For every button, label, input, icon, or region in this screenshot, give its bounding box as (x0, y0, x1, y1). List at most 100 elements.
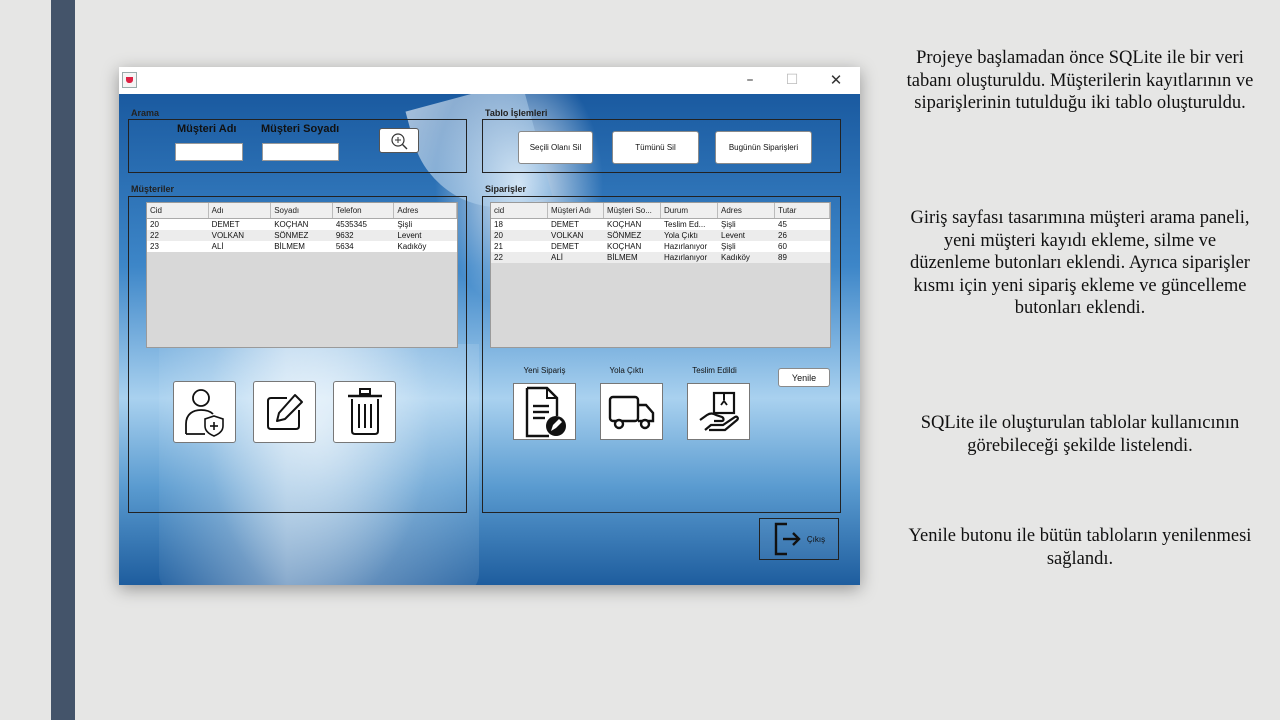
customers-table-header: Cid Adı Soyadı Telefon Adres (147, 203, 457, 219)
table-cell: 21 (494, 242, 503, 251)
delete-customer-button[interactable] (333, 381, 396, 443)
table-cell: ALİ (211, 242, 224, 251)
last-name-label: Müşteri Soyadı (261, 123, 340, 135)
table-cell: DEMET (211, 220, 240, 229)
refresh-button[interactable]: Yenile (778, 368, 830, 387)
slide-accent-bar (51, 0, 75, 720)
todays-orders-button[interactable]: Bugünün Siparişleri (715, 131, 812, 164)
column-header[interactable]: Müşteri So... (604, 203, 661, 218)
delivered-label: Teslim Edildi (692, 366, 737, 375)
new-order-button[interactable] (513, 383, 576, 440)
delete-selected-button[interactable]: Seçili Olanı Sil (518, 131, 593, 164)
customers-panel: Cid Adı Soyadı Telefon Adres 20 DEMET KO… (128, 196, 467, 513)
table-row[interactable]: 18 DEMET KOÇHAN Teslim Ed... Şişli 45 (491, 219, 830, 230)
edit-customer-button[interactable] (253, 381, 316, 443)
search-group-label: Arama (131, 108, 160, 118)
table-row[interactable]: 22 VOLKAN SÖNMEZ 9632 Levent (147, 230, 457, 241)
note-paragraph: SQLite ile oluşturulan tablolar kullanıc… (920, 413, 1240, 456)
column-header[interactable]: Adres (718, 203, 775, 218)
table-cell: BİLMEM (607, 253, 638, 262)
table-cell: Kadıköy (397, 242, 427, 251)
table-cell: Kadıköy (721, 253, 750, 262)
column-header[interactable]: Telefon (333, 203, 395, 218)
table-cell: Levent (397, 231, 422, 240)
orders-panel: cid Müşteri Adı Müşteri So... Durum Adre… (482, 196, 841, 513)
new-order-label: Yeni Sipariş (523, 366, 566, 375)
table-row[interactable]: 23 ALİ BİLMEM 5634 Kadıköy (147, 241, 457, 252)
exit-button[interactable]: Çıkış (759, 518, 839, 560)
edit-icon (266, 394, 303, 430)
table-cell: KOÇHAN (607, 220, 642, 229)
package-hand-icon (698, 391, 739, 431)
note-paragraph: Projeye başlamadan önce SQLite ile bir v… (906, 48, 1254, 113)
last-name-input[interactable] (262, 143, 339, 161)
table-cell: 9632 (335, 231, 354, 240)
first-name-label: Müşteri Adı (177, 123, 237, 135)
table-cell: Hazırlanıyor (664, 253, 708, 262)
close-button[interactable]: ✕ (815, 69, 857, 91)
table-cell: VOLKAN (551, 231, 584, 240)
table-row[interactable]: 20 DEMET KOÇHAN 4535345 Şişli (147, 219, 457, 230)
table-cell: 5634 (335, 242, 354, 251)
add-user-icon (184, 389, 224, 437)
trash-icon (347, 388, 382, 435)
table-cell: 22 (150, 231, 159, 240)
window-content: Arama Müşteri Adı Müşteri Soyadı Tablo İ… (119, 94, 860, 585)
minimize-button[interactable]: – (729, 69, 771, 91)
delivered-button[interactable] (687, 383, 750, 440)
table-cell: 20 (494, 231, 503, 240)
document-edit-icon (525, 386, 566, 437)
truck-icon (608, 395, 654, 429)
table-cell: Levent (721, 231, 746, 240)
column-header[interactable]: Adres (394, 203, 457, 218)
table-cell: 4535345 (335, 220, 367, 229)
table-row[interactable]: 20 VOLKAN SÖNMEZ Yola Çıktı Levent 26 (491, 230, 830, 241)
table-cell: ALİ (551, 253, 564, 262)
table-cell: DEMET (551, 220, 579, 229)
table-cell: Yola Çıktı (664, 231, 698, 240)
table-row[interactable]: 22 ALİ BİLMEM Hazırlanıyor Kadıköy 89 (491, 252, 830, 263)
table-cell: SÖNMEZ (607, 231, 642, 240)
orders-group-label: Siparişler (485, 184, 527, 194)
column-header[interactable]: Tutar (775, 203, 830, 218)
table-cell: VOLKAN (211, 231, 245, 240)
search-panel: Müşteri Adı Müşteri Soyadı (128, 119, 467, 173)
add-customer-button[interactable] (173, 381, 236, 443)
table-cell: 20 (150, 220, 159, 229)
delete-all-button[interactable]: Tümünü Sil (612, 131, 699, 164)
zoom-search-icon (391, 132, 408, 149)
column-header[interactable]: Müşteri Adı (548, 203, 604, 218)
note-paragraph: Yenile butonu ile bütün tabloların yenil… (908, 526, 1252, 569)
table-cell: BİLMEM (274, 242, 305, 251)
search-button[interactable] (379, 128, 419, 153)
exit-icon (774, 522, 801, 556)
column-header[interactable]: cid (491, 203, 548, 218)
shipped-button[interactable] (600, 383, 663, 440)
app-window: – ☐ ✕ Arama Müşteri Adı Müşteri Soyadı T… (119, 67, 860, 585)
table-ops-panel: Seçili Olanı Sil Tümünü Sil Bugünün Sipa… (482, 119, 841, 173)
table-row[interactable]: 21 DEMET KOÇHAN Hazırlanıyor Şişli 60 (491, 241, 830, 252)
table-cell: KOÇHAN (607, 242, 642, 251)
shipped-label: Yola Çıktı (609, 366, 644, 375)
column-header[interactable]: Cid (147, 203, 209, 218)
note-paragraph: Giriş sayfası tasarımına müşteri arama p… (910, 208, 1250, 318)
orders-table-header: cid Müşteri Adı Müşteri So... Durum Adre… (491, 203, 830, 219)
table-ops-group-label: Tablo İşlemleri (485, 108, 548, 118)
column-header[interactable]: Durum (661, 203, 718, 218)
table-cell: Şişli (721, 220, 736, 229)
customers-table[interactable]: Cid Adı Soyadı Telefon Adres 20 DEMET KO… (146, 202, 458, 348)
column-header[interactable]: Adı (209, 203, 272, 218)
table-cell: Teslim Ed... (664, 220, 706, 229)
maximize-button[interactable]: ☐ (771, 69, 813, 91)
table-cell: Hazırlanıyor (664, 242, 708, 251)
table-cell: 89 (778, 253, 787, 262)
first-name-input[interactable] (175, 143, 243, 161)
customers-group-label: Müşteriler (131, 184, 175, 194)
column-header[interactable]: Soyadı (271, 203, 333, 218)
orders-table[interactable]: cid Müşteri Adı Müşteri So... Durum Adre… (490, 202, 831, 348)
java-app-icon (122, 72, 137, 88)
table-cell: 22 (494, 253, 503, 262)
table-cell: DEMET (551, 242, 579, 251)
table-cell: 23 (150, 242, 159, 251)
table-cell: 26 (778, 231, 787, 240)
